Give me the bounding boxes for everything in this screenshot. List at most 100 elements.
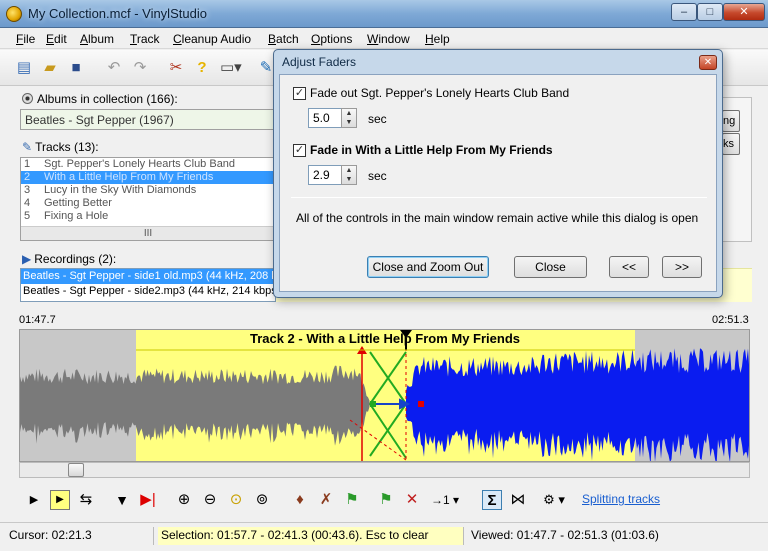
play-loop-icon[interactable]: ⇆ bbox=[76, 490, 96, 510]
fade-handle-right[interactable] bbox=[418, 401, 424, 407]
tools-icon[interactable]: ✂ bbox=[166, 58, 186, 78]
track-number: 5 bbox=[24, 210, 31, 222]
dialog-title: Adjust Faders bbox=[282, 55, 357, 69]
new-collection-icon[interactable]: ▤ bbox=[14, 58, 34, 78]
minimize-button[interactable]: – bbox=[671, 3, 697, 21]
track-title: Getting Better bbox=[44, 197, 112, 209]
menu-album[interactable]: Album bbox=[80, 32, 114, 46]
settings-gear-dropdown-icon[interactable]: ⚙ ▾ bbox=[536, 490, 572, 510]
app-logo-icon[interactable] bbox=[6, 6, 22, 22]
fade-in-label: Fade in With a Little Help From My Frien… bbox=[310, 143, 553, 157]
move-marker-dropdown-icon[interactable]: →1 ▾ bbox=[428, 490, 462, 510]
zoom-selection-icon[interactable]: ⊙ bbox=[226, 490, 246, 510]
menu-track[interactable]: Track bbox=[130, 32, 160, 46]
next-track-button[interactable]: >> bbox=[662, 256, 702, 278]
tracks-pencil-icon: ✎ bbox=[22, 140, 33, 154]
sum-tracks-icon[interactable]: Σ bbox=[482, 490, 502, 510]
dialog-close-icon[interactable]: ✕ bbox=[699, 55, 717, 70]
track-number: 4 bbox=[24, 197, 31, 209]
status-selection: Selection: 01:57.7 - 02:41.3 (00:43.6). … bbox=[158, 527, 464, 545]
menu-cleanup-audio[interactable]: Cleanup Audio bbox=[173, 32, 251, 46]
undo-icon[interactable]: ↶ bbox=[104, 58, 124, 78]
waveform-view[interactable]: Track 2 - With a Little Help From My Fri… bbox=[19, 329, 750, 462]
auto-split-icon[interactable]: ⚑ bbox=[342, 490, 362, 510]
fade-in-checkbox[interactable]: ✓ bbox=[293, 144, 306, 157]
fade-out-checkbox[interactable]: ✓ bbox=[293, 87, 306, 100]
zoom-full-icon[interactable]: ⊚ bbox=[252, 490, 272, 510]
track-title: Sgt. Pepper's Lonely Hearts Club Band bbox=[44, 158, 236, 170]
albums-radio-icon[interactable] bbox=[22, 93, 33, 104]
track-title: With a Little Help From My Friends bbox=[44, 171, 214, 183]
track-row[interactable]: 3 Lucy in the Sky With Diamonds bbox=[21, 184, 275, 197]
green-flag-icon[interactable]: ⚑ bbox=[376, 490, 396, 510]
recordings-label: Recordings (2): bbox=[34, 252, 117, 266]
fade-handle-left[interactable] bbox=[370, 401, 376, 407]
maximize-button[interactable]: □ bbox=[697, 3, 723, 21]
menu-options[interactable]: Options bbox=[311, 32, 352, 46]
recording-row-selected[interactable]: Beatles - Sgt Pepper - side1 old.mp3 (44… bbox=[21, 269, 275, 284]
menu-edit[interactable]: Edit bbox=[46, 32, 67, 46]
filter-marker-icon[interactable]: ▼ bbox=[112, 490, 132, 510]
splitting-tracks-link[interactable]: Splitting tracks bbox=[582, 492, 660, 506]
track-title: Lucy in the Sky With Diamonds bbox=[44, 184, 197, 196]
shape-dropdown-icon[interactable]: ▭▾ bbox=[220, 58, 242, 78]
track-number: 2 bbox=[24, 171, 31, 183]
track-title: Fixing a Hole bbox=[44, 210, 109, 222]
recordings-label-row: ▶ Recordings (2): bbox=[22, 252, 116, 266]
status-cursor: Cursor: 02:21.3 bbox=[6, 527, 154, 545]
menu-help[interactable]: Help bbox=[425, 32, 450, 46]
play-selection-icon[interactable]: ▶ bbox=[50, 490, 70, 510]
fade-in-stepper[interactable]: ▲ ▼ bbox=[341, 165, 357, 185]
track-row[interactable]: 4 Getting Better bbox=[21, 197, 275, 210]
recording-row[interactable]: Beatles - Sgt Pepper - side2.mp3 (44 kHz… bbox=[21, 284, 275, 299]
track-row-selected[interactable]: 2 With a Little Help From My Friends bbox=[21, 171, 275, 184]
play-icon[interactable]: ▶ bbox=[24, 490, 44, 510]
delete-marker-icon[interactable]: ✗ bbox=[316, 490, 336, 510]
albums-label-row[interactable]: Albums in collection (166): bbox=[22, 92, 178, 106]
open-folder-icon[interactable]: ▰ bbox=[40, 58, 60, 78]
tracks-label-row: ✎ Tracks (13): bbox=[22, 140, 99, 154]
dialog-info-text: All of the controls in the main window r… bbox=[296, 211, 699, 225]
previous-track-button[interactable]: << bbox=[609, 256, 649, 278]
waveform-svg[interactable]: Track 2 - With a Little Help From My Fri… bbox=[20, 330, 750, 462]
track-row[interactable]: 1 Sgt. Pepper's Lonely Hearts Club Band bbox=[21, 158, 275, 171]
track-row[interactable]: 5 Fixing a Hole bbox=[21, 210, 275, 223]
fade-out-stepper[interactable]: ▲ ▼ bbox=[341, 108, 357, 128]
split-marker-icon[interactable]: ▶| bbox=[138, 490, 158, 510]
recordings-arrow-icon: ▶ bbox=[22, 252, 32, 266]
albums-label: Albums in collection (166): bbox=[37, 92, 178, 106]
wave-track-title: Track 2 - With a Little Help From My Fri… bbox=[250, 331, 520, 346]
crossfade-icon[interactable]: ⋈ bbox=[508, 490, 528, 510]
close-window-button[interactable]: ✕ bbox=[723, 3, 765, 21]
redo-icon[interactable]: ↷ bbox=[130, 58, 150, 78]
recordings-list[interactable]: Beatles - Sgt Pepper - side1 old.mp3 (44… bbox=[20, 268, 276, 302]
close-and-zoom-out-button[interactable]: Close and Zoom Out bbox=[367, 256, 489, 278]
album-selected-field[interactable]: Beatles - Sgt Pepper (1967) bbox=[20, 109, 274, 130]
help-icon[interactable]: ? bbox=[192, 58, 212, 78]
wave-end-time: 02:51.3 bbox=[712, 314, 749, 326]
dialog-close-button[interactable]: Close bbox=[514, 256, 587, 278]
wave-start-time: 01:47.7 bbox=[19, 314, 56, 326]
menu-window[interactable]: Window bbox=[367, 32, 410, 46]
tracks-label: Tracks (13): bbox=[35, 140, 99, 154]
zoom-in-icon[interactable]: ⊕ bbox=[174, 490, 194, 510]
fade-in-unit: sec bbox=[368, 169, 387, 183]
waveform-scrollbar[interactable] bbox=[19, 462, 750, 478]
tracks-horizontal-scrollbar[interactable]: III bbox=[21, 226, 275, 240]
track-number: 1 bbox=[24, 158, 31, 170]
add-marker-icon[interactable]: ♦ bbox=[290, 490, 310, 510]
status-viewed: Viewed: 01:47.7 - 02:51.3 (01:03.6) bbox=[471, 528, 659, 542]
window-title: My Collection.mcf - VinylStudio bbox=[28, 6, 207, 21]
menu-file[interactable]: File bbox=[16, 32, 35, 46]
track-number: 3 bbox=[24, 184, 31, 196]
waveform-scroll-thumb[interactable] bbox=[68, 463, 84, 477]
fade-out-unit: sec bbox=[368, 112, 387, 126]
side-button-1[interactable]: ng bbox=[722, 110, 740, 132]
save-icon[interactable]: ■ bbox=[66, 58, 86, 78]
dialog-separator bbox=[291, 197, 707, 198]
side-button-2[interactable]: ks bbox=[722, 133, 740, 155]
menu-batch[interactable]: Batch bbox=[268, 32, 299, 46]
fade-out-label: Fade out Sgt. Pepper's Lonely Hearts Clu… bbox=[310, 86, 570, 100]
zoom-out-icon[interactable]: ⊖ bbox=[200, 490, 220, 510]
remove-flag-icon[interactable]: ✕ bbox=[402, 490, 422, 510]
